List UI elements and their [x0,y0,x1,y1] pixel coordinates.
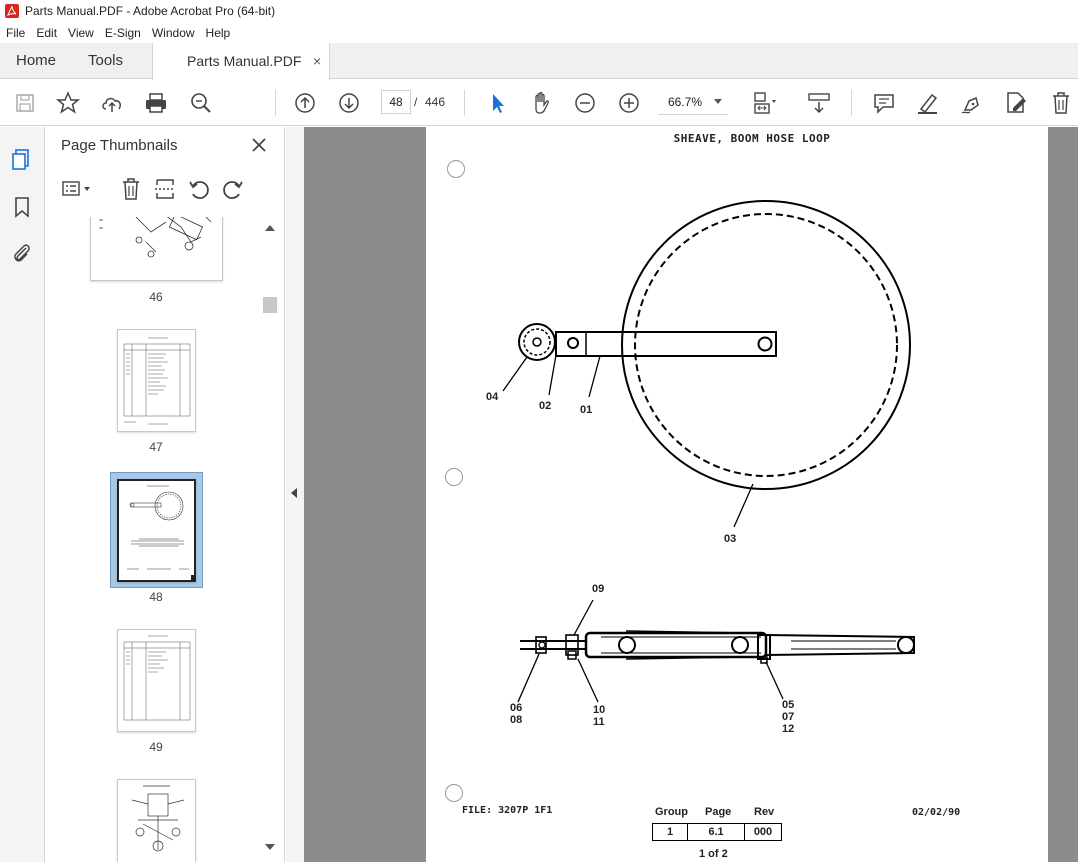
thumbnail-page[interactable] [117,779,196,862]
rev-header: Rev [754,806,775,818]
hand-tool-icon[interactable] [528,90,554,116]
next-page-icon[interactable] [336,90,362,116]
close-tab-icon[interactable]: × [313,43,321,79]
callout-label: 11 [593,716,605,728]
window-title: Parts Manual.PDF - Adobe Acrobat Pro (64… [25,4,276,18]
chevron-down-icon[interactable] [714,99,722,104]
page-separator: / [414,95,418,109]
menu-window[interactable]: Window [146,26,200,40]
attachments-paperclip-icon[interactable] [10,241,34,265]
title-bar: Parts Manual.PDF - Adobe Acrobat Pro (64… [0,0,1078,22]
edit-pdf-icon[interactable] [1003,90,1029,116]
scroll-down-icon[interactable] [265,844,275,850]
delete-trash-icon[interactable] [1048,90,1074,116]
page-of-count: 1 of 2 [699,848,728,860]
acrobat-logo-icon [5,4,19,18]
sign-pen-icon[interactable] [959,90,985,116]
thumbnail-page-current[interactable] [117,479,196,582]
search-zoom-icon[interactable] [188,90,214,116]
callout-label: 02 [539,400,552,412]
previous-page-icon[interactable] [292,90,318,116]
tab-document[interactable]: Parts Manual.PDF × [152,43,330,80]
collapse-panel-icon[interactable] [291,488,297,498]
total-pages: 446 [425,95,446,109]
thumbnail-page[interactable] [117,629,196,732]
select-cursor-icon[interactable] [484,90,510,116]
print-icon[interactable] [143,90,169,116]
comment-icon[interactable] [871,90,897,116]
zoom-out-icon[interactable] [572,90,598,116]
revision-table: 1 6.1 000 [652,823,782,841]
menu-help[interactable]: Help [200,26,236,40]
callout-label: 04 [486,391,499,403]
document-date: 02/02/90 [912,807,961,818]
scroll-up-icon[interactable] [265,225,275,231]
sheave-drawing [502,200,915,703]
tab-home[interactable]: Home [16,43,56,79]
callout-label: 12 [782,723,795,735]
thumbnail-page-number: 47 [149,440,163,454]
page-thumbnails-icon[interactable] [10,147,34,171]
panel-title: Page Thumbnails [61,137,178,154]
page-thumbnails-panel: Page Thumbnails 46 47 48 49 [45,127,285,862]
thumbnail-list: 46 47 48 49 [45,217,267,862]
menu-edit[interactable]: Edit [30,26,62,40]
bookmarks-icon[interactable] [10,195,34,219]
callout-label: 08 [510,714,523,726]
scroll-mode-icon[interactable] [806,90,832,116]
thumbnail-page-number: 48 [149,590,163,604]
callout-label: 10 [593,704,606,716]
delete-page-icon[interactable] [119,177,143,201]
tab-tools[interactable]: Tools [88,43,123,79]
toolbar-separator [464,90,465,116]
thumbnail-scrollbar[interactable] [263,219,277,862]
close-panel-icon[interactable] [249,135,269,155]
save-icon[interactable] [12,90,38,116]
file-reference: FILE: 3207P 1F1 [462,805,553,816]
toolbar-separator [275,90,276,116]
rotate-counterclockwise-icon[interactable] [187,177,211,201]
bookmark-star-icon[interactable] [55,90,81,116]
rotate-clockwise-icon[interactable] [221,177,245,201]
callout-label: 07 [782,711,795,723]
zoom-in-icon[interactable] [616,90,642,116]
group-header: Group [655,806,688,818]
callout-label: 06 [510,702,523,714]
thumbnail-page-number: 46 [149,290,163,304]
group-value: 1 [652,823,688,841]
callout-label: 05 [782,699,795,711]
pdf-page: SHEAVE, BOOM HOSE LOOP 04 02 01 03 09 06… [426,127,1048,862]
callout-label: 03 [724,533,737,545]
menu-view[interactable]: View [62,26,99,40]
toolbar-separator [851,90,852,116]
page-value: 6.1 [687,823,745,841]
page-header: Page [705,806,732,818]
extract-pages-icon[interactable] [153,177,177,201]
tab-bar: Home Tools Parts Manual.PDF × [0,43,1078,80]
left-rail [0,127,45,862]
document-tab-label: Parts Manual.PDF [187,53,302,69]
thumbnail-page-number: 49 [149,740,163,754]
menu-file[interactable]: File [0,26,30,40]
thumbnail-page[interactable] [117,329,196,432]
menu-esign[interactable]: E-Sign [99,26,146,40]
page-display-icon[interactable] [750,90,776,116]
page-number-input[interactable]: 48 [381,90,411,114]
thumbnail-options-icon[interactable] [61,177,90,201]
rev-value: 000 [744,823,782,841]
callout-label: 01 [580,404,593,416]
callout-label: 09 [592,583,605,595]
thumbnail-page[interactable] [90,217,223,281]
scrollbar-thumb[interactable] [263,297,277,313]
highlight-pen-icon[interactable] [915,90,941,116]
menu-bar: File Edit View E-Sign Window Help [0,22,1078,43]
upload-cloud-icon[interactable] [99,90,125,116]
